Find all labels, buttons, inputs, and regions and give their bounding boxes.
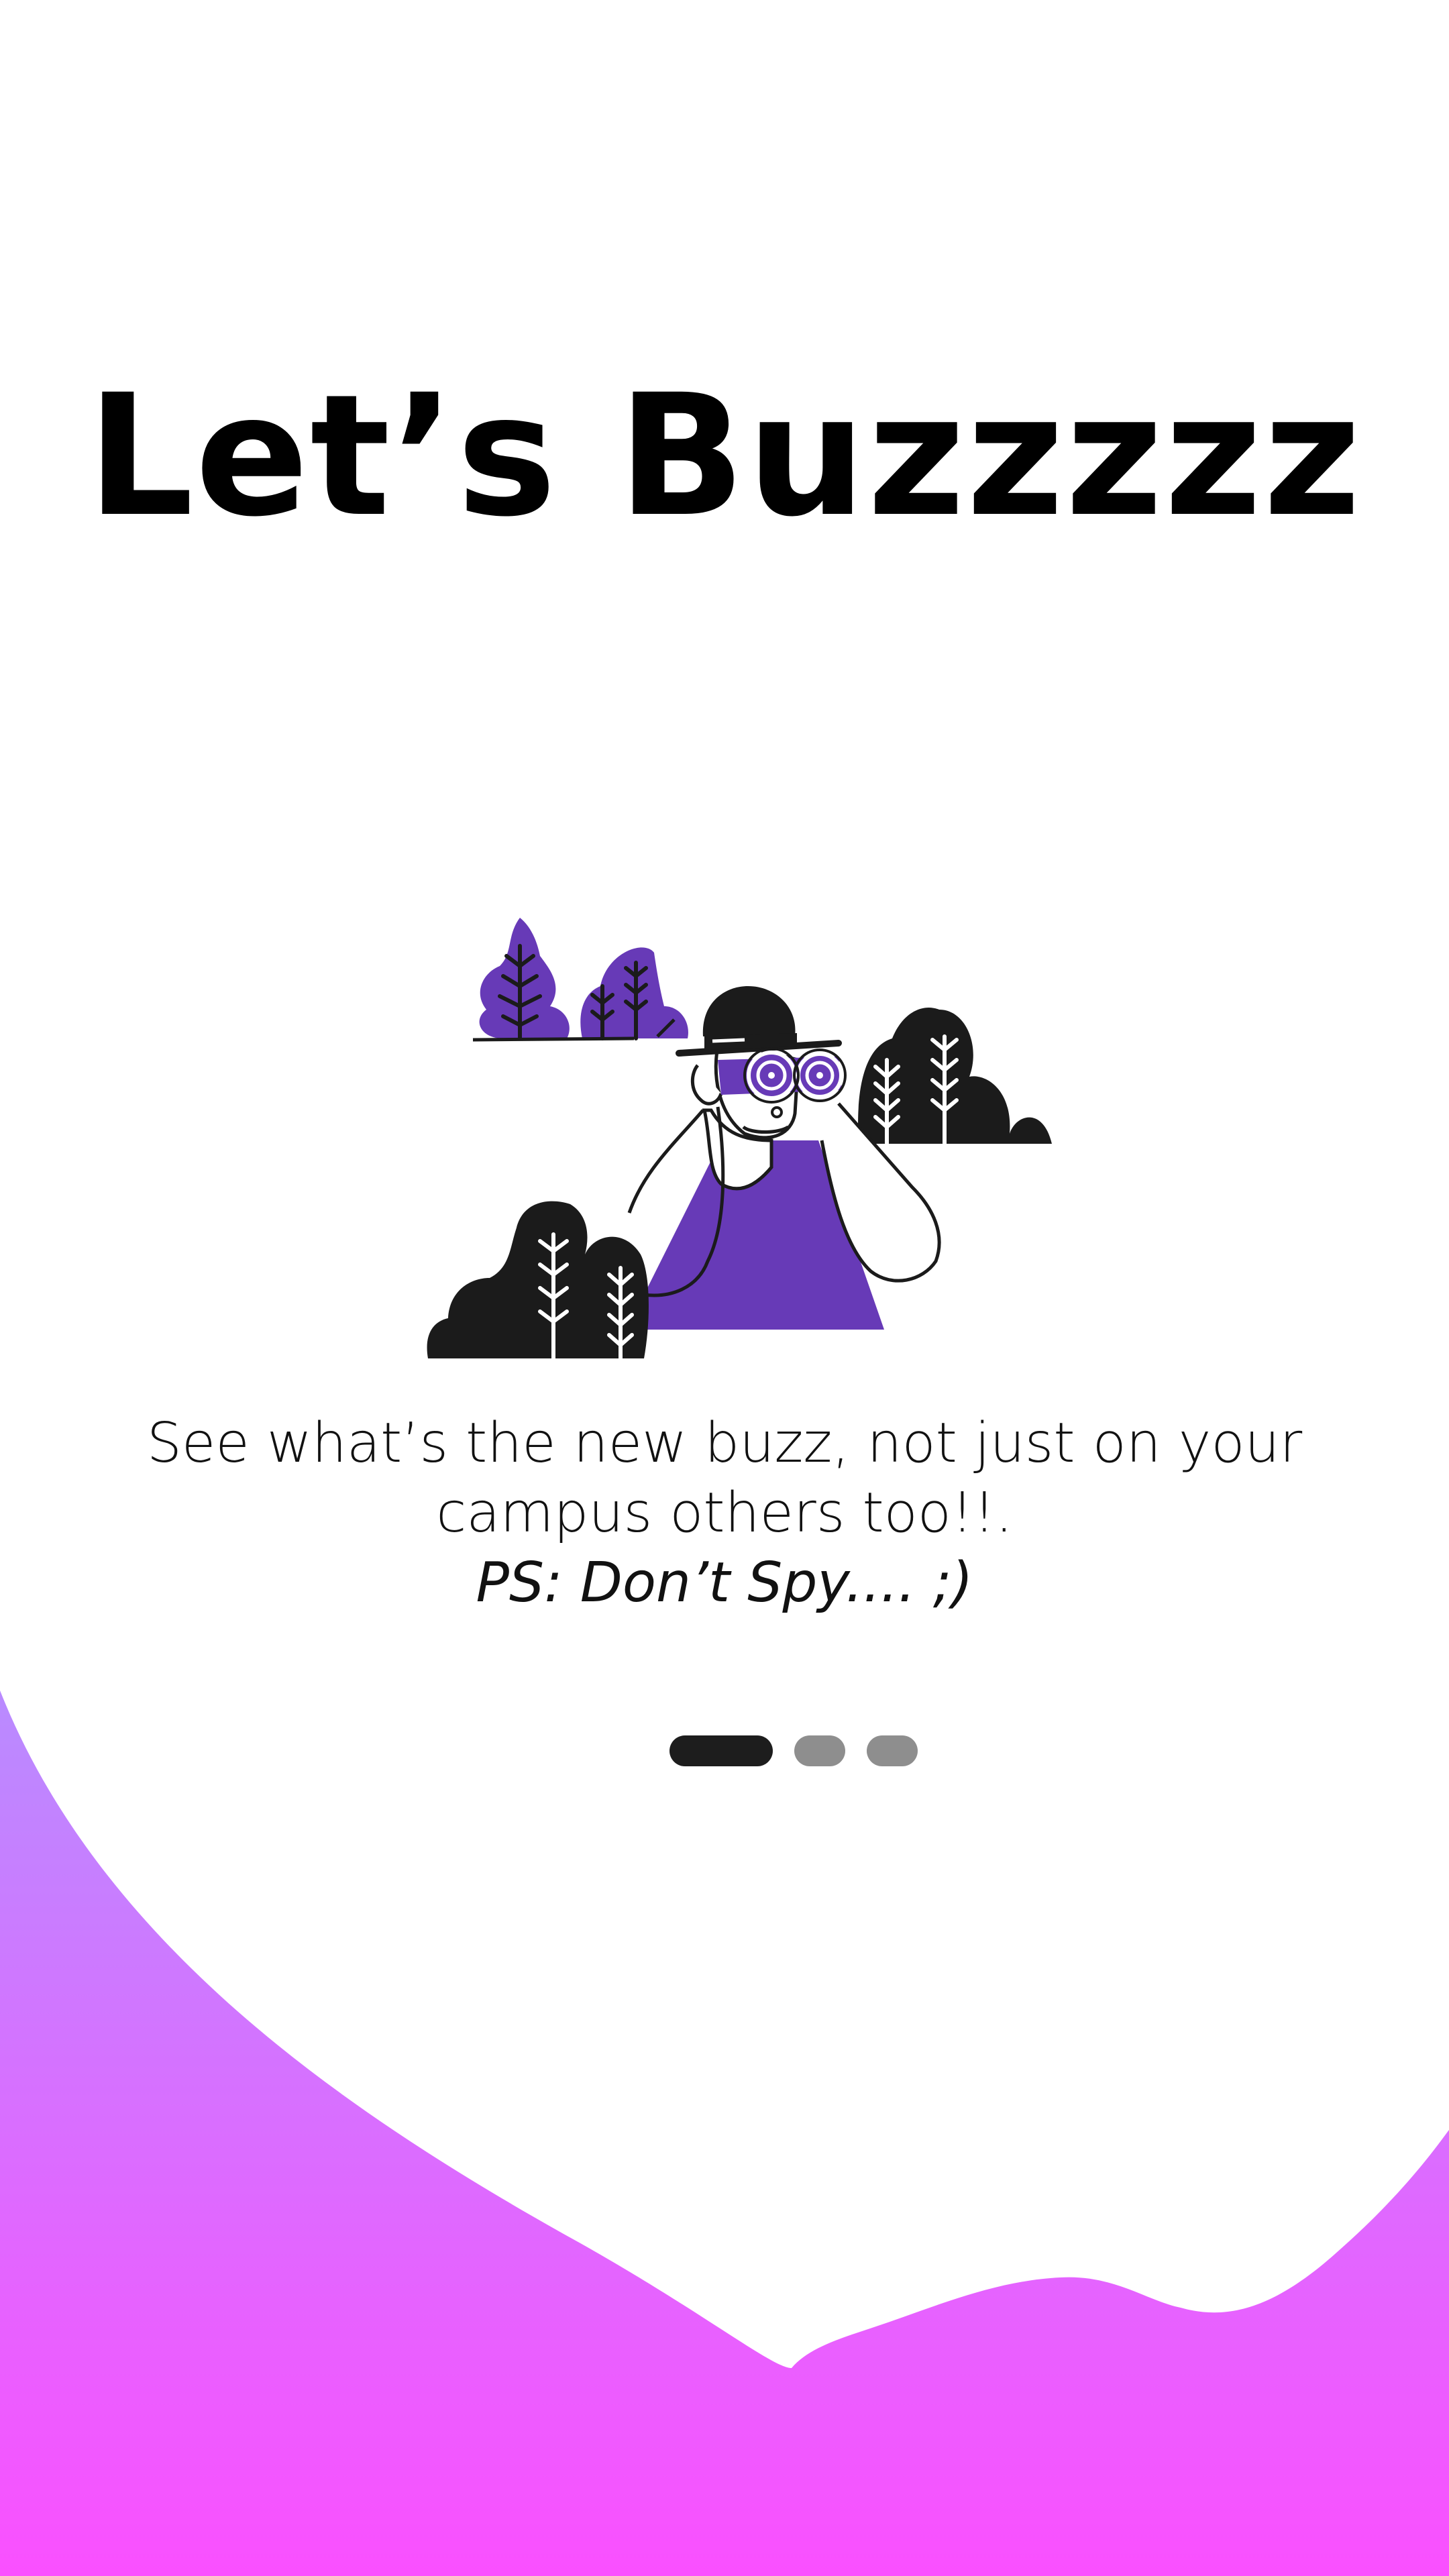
onboarding-description: See what’s the new buzz, not just on you… — [107, 1409, 1342, 1618]
description-ps: PS: Don’t Spy.... ;) — [476, 1551, 973, 1615]
dark-bush-icon — [427, 1201, 649, 1360]
page-indicator-dot-2[interactable] — [794, 1735, 845, 1766]
purple-bush-icon — [580, 947, 688, 1040]
purple-plant-icon — [479, 918, 570, 1040]
page-indicator — [669, 1735, 918, 1766]
description-line-1: See what’s the new buzz, not just on you… — [146, 1411, 1303, 1475]
onboarding-screen: Let’s Buzzzzz See what’s the new buzz, n… — [0, 0, 1449, 2576]
page-indicator-dot-1[interactable] — [669, 1735, 773, 1766]
person-with-binoculars-illustration — [427, 918, 1052, 1360]
page-indicator-dot-3[interactable] — [867, 1735, 918, 1766]
page-title: Let’s Buzzzzz — [87, 358, 1362, 553]
description-line-2: campus others too!!. — [436, 1481, 1013, 1545]
dark-bush-icon — [858, 1007, 1052, 1146]
